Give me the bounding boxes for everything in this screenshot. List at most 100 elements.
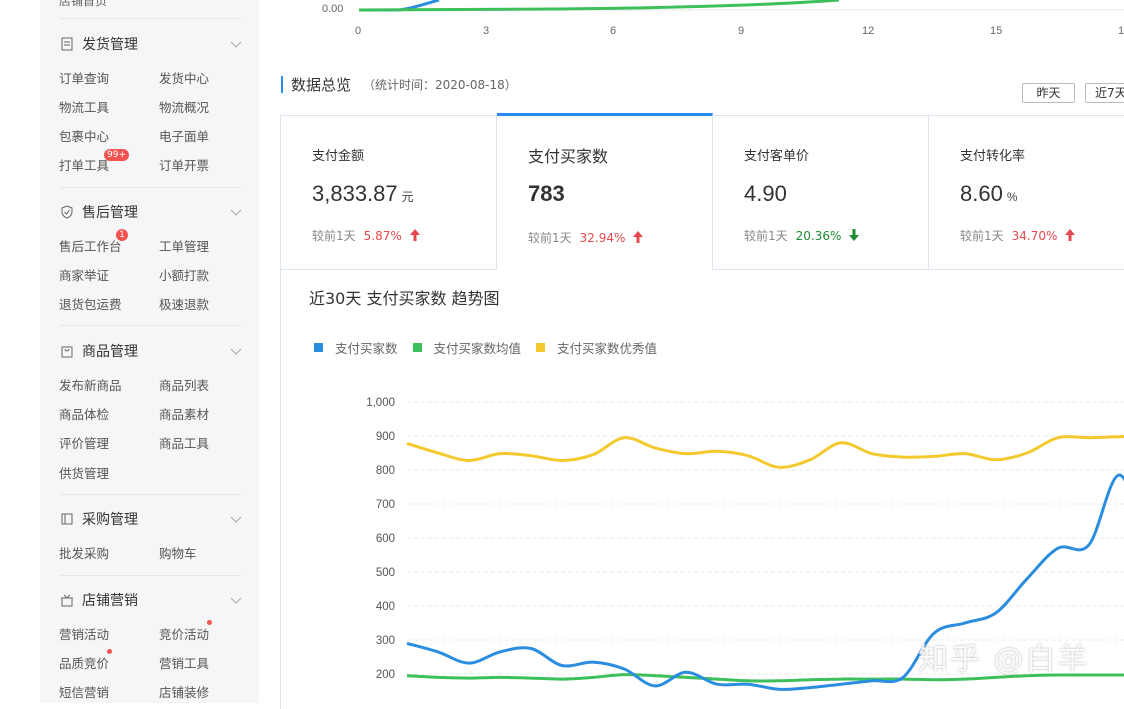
y-tick-label: 1,000 (366, 397, 395, 409)
sidebar-item[interactable]: 电子面单 (159, 126, 209, 145)
stat-time: （统计时间：2020-08-18） (363, 77, 517, 92)
heading-accent-bar (281, 75, 283, 93)
top-chart (358, 0, 1124, 12)
sidebar: 店铺首页 发货管理 订单查询 发货中心 物流工具 物流概况 包裹中心 电子面单 … (40, 0, 259, 703)
sidebar-item[interactable]: 商品素材 (159, 404, 209, 423)
count-badge: 99+ (104, 149, 129, 161)
overview-heading: 数据总览 （统计时间：2020-08-18） (281, 74, 517, 94)
kpi-compare-label: 较前1天 (960, 229, 1004, 243)
kpi-card-pay-buyers[interactable]: 支付买家数 783 较前1天 32.94% (497, 113, 713, 270)
chevron-down-icon[interactable] (229, 593, 243, 607)
y-tick-label: 600 (376, 533, 395, 545)
kpi-compare: 较前1天 5.87% (312, 227, 420, 244)
top-chart-x-tick: 6 (610, 25, 617, 37)
kpi-value-number: 3,833.87 (312, 181, 398, 206)
sidebar-group-title: 商品管理 (82, 344, 138, 360)
sidebar-item[interactable]: 短信营销 (59, 682, 109, 701)
sidebar-item[interactable]: 商品工具 (159, 433, 209, 452)
series-line-3 (406, 435, 1124, 469)
kpi-value: 4.90 (744, 181, 787, 207)
sidebar-group-header[interactable]: 采购管理 (60, 508, 138, 530)
sidebar-group-title: 采购管理 (82, 512, 138, 528)
sidebar-group-header[interactable]: 发货管理 (60, 33, 138, 55)
sidebar-group-header[interactable]: 售后管理 (60, 201, 138, 223)
range-yesterday-button[interactable]: 昨天 (1022, 83, 1075, 103)
top-chart-y-tick: 0.00 (322, 3, 344, 15)
top-chart-x-tick: 1 (1118, 25, 1124, 37)
top-chart-x-tick: 9 (738, 25, 745, 37)
sidebar-item[interactable]: 发货中心 (159, 68, 209, 87)
sidebar-group-title: 发货管理 (82, 37, 138, 53)
arrow-up-icon (1065, 229, 1076, 241)
kpi-label: 支付买家数 (528, 147, 609, 166)
sidebar-divider (60, 494, 241, 495)
sidebar-item[interactable]: 批发采购 (59, 543, 109, 562)
chevron-down-icon[interactable] (229, 37, 243, 51)
kpi-compare-label: 较前1天 (744, 229, 788, 243)
kpi-value-number: 783 (528, 181, 565, 206)
sidebar-item[interactable]: 售后工作台 (59, 236, 122, 255)
sidebar-item[interactable]: 工单管理 (159, 236, 209, 255)
sidebar-item-clipped[interactable]: 店铺首页 (59, 0, 107, 9)
sidebar-item[interactable]: 发布新商品 (59, 375, 122, 394)
y-tick-label: 900 (376, 431, 395, 443)
kpi-value: 3,833.87 元 (312, 181, 414, 207)
kpi-value-number: 4.90 (744, 181, 787, 206)
kpi-unit: 元 (401, 190, 414, 204)
cart-icon (61, 513, 73, 525)
sidebar-group-header[interactable]: 商品管理 (60, 340, 138, 362)
sidebar-item[interactable]: 极速退款 (159, 294, 209, 313)
sidebar-item[interactable]: 物流工具 (59, 97, 109, 116)
sidebar-item[interactable]: 供货管理 (59, 463, 109, 482)
sidebar-item[interactable]: 营销工具 (159, 653, 209, 672)
y-tick-label: 500 (376, 567, 395, 579)
arrow-down-icon (849, 229, 860, 241)
sidebar-divider (60, 187, 241, 188)
sidebar-group-title: 店铺营销 (82, 593, 138, 609)
sidebar-item[interactable]: 商品体检 (59, 404, 109, 423)
y-tick-label: 700 (376, 499, 395, 511)
sidebar-item[interactable]: 品质竞价 (59, 653, 109, 672)
sidebar-item[interactable]: 竞价活动 (159, 624, 209, 643)
watermark: 知乎 @白羊 (918, 642, 1090, 677)
sidebar-item[interactable]: 店铺装修 (159, 682, 209, 701)
kpi-card-unit-price[interactable]: 支付客单价 4.90 较前1天 20.36% (713, 116, 929, 270)
sidebar-item[interactable]: 订单开票 (159, 155, 209, 174)
arrow-up-icon (633, 231, 644, 243)
sidebar-item[interactable]: 商品列表 (159, 375, 209, 394)
sidebar-item[interactable]: 商家举证 (59, 265, 109, 284)
chevron-down-icon[interactable] (229, 344, 243, 358)
sidebar-item[interactable]: 退货包运费 (59, 294, 122, 313)
kpi-compare-label: 较前1天 (312, 229, 356, 243)
kpi-label: 支付客单价 (744, 149, 810, 164)
sidebar-item[interactable]: 营销活动 (59, 624, 109, 643)
kpi-card-conversion[interactable]: 支付转化率 8.60% 较前1天 34.70% (929, 116, 1124, 270)
sidebar-item[interactable]: 小额打款 (159, 265, 209, 284)
sidebar-item[interactable]: 评价管理 (59, 433, 109, 452)
kpi-value: 8.60% (960, 181, 1018, 207)
sidebar-group-title: 售后管理 (82, 205, 138, 221)
sidebar-item[interactable]: 物流概况 (159, 97, 209, 116)
kpi-card-pay-amount[interactable]: 支付金额 3,833.87 元 较前1天 5.87% (281, 116, 497, 270)
kpi-unit: % (1006, 190, 1018, 204)
sidebar-item[interactable]: 购物车 (159, 543, 197, 562)
overview-title: 数据总览 (291, 75, 352, 94)
kpi-value-number: 8.60 (960, 181, 1003, 206)
shield-icon (61, 205, 73, 219)
kpi-change-pct: 34.70% (1011, 229, 1058, 243)
document-icon (61, 37, 73, 51)
kpi-compare: 较前1天 32.94% (528, 229, 644, 246)
range-7days-button[interactable]: 近7天 (1085, 83, 1124, 103)
sidebar-divider (60, 325, 241, 326)
sidebar-item[interactable]: 订单查询 (59, 68, 109, 87)
sidebar-group-header[interactable]: 店铺营销 (60, 589, 138, 611)
kpi-value: 783 (528, 181, 565, 207)
sidebar-divider (60, 18, 241, 19)
chevron-down-icon[interactable] (229, 205, 243, 219)
chevron-down-icon[interactable] (229, 512, 243, 526)
top-chart-x-tick: 15 (990, 25, 1003, 37)
y-tick-label: 400 (376, 601, 395, 613)
sidebar-item[interactable]: 打单工具 (59, 155, 109, 174)
sidebar-item[interactable]: 包裹中心 (59, 126, 109, 145)
kpi-compare: 较前1天 20.36% (744, 227, 860, 244)
